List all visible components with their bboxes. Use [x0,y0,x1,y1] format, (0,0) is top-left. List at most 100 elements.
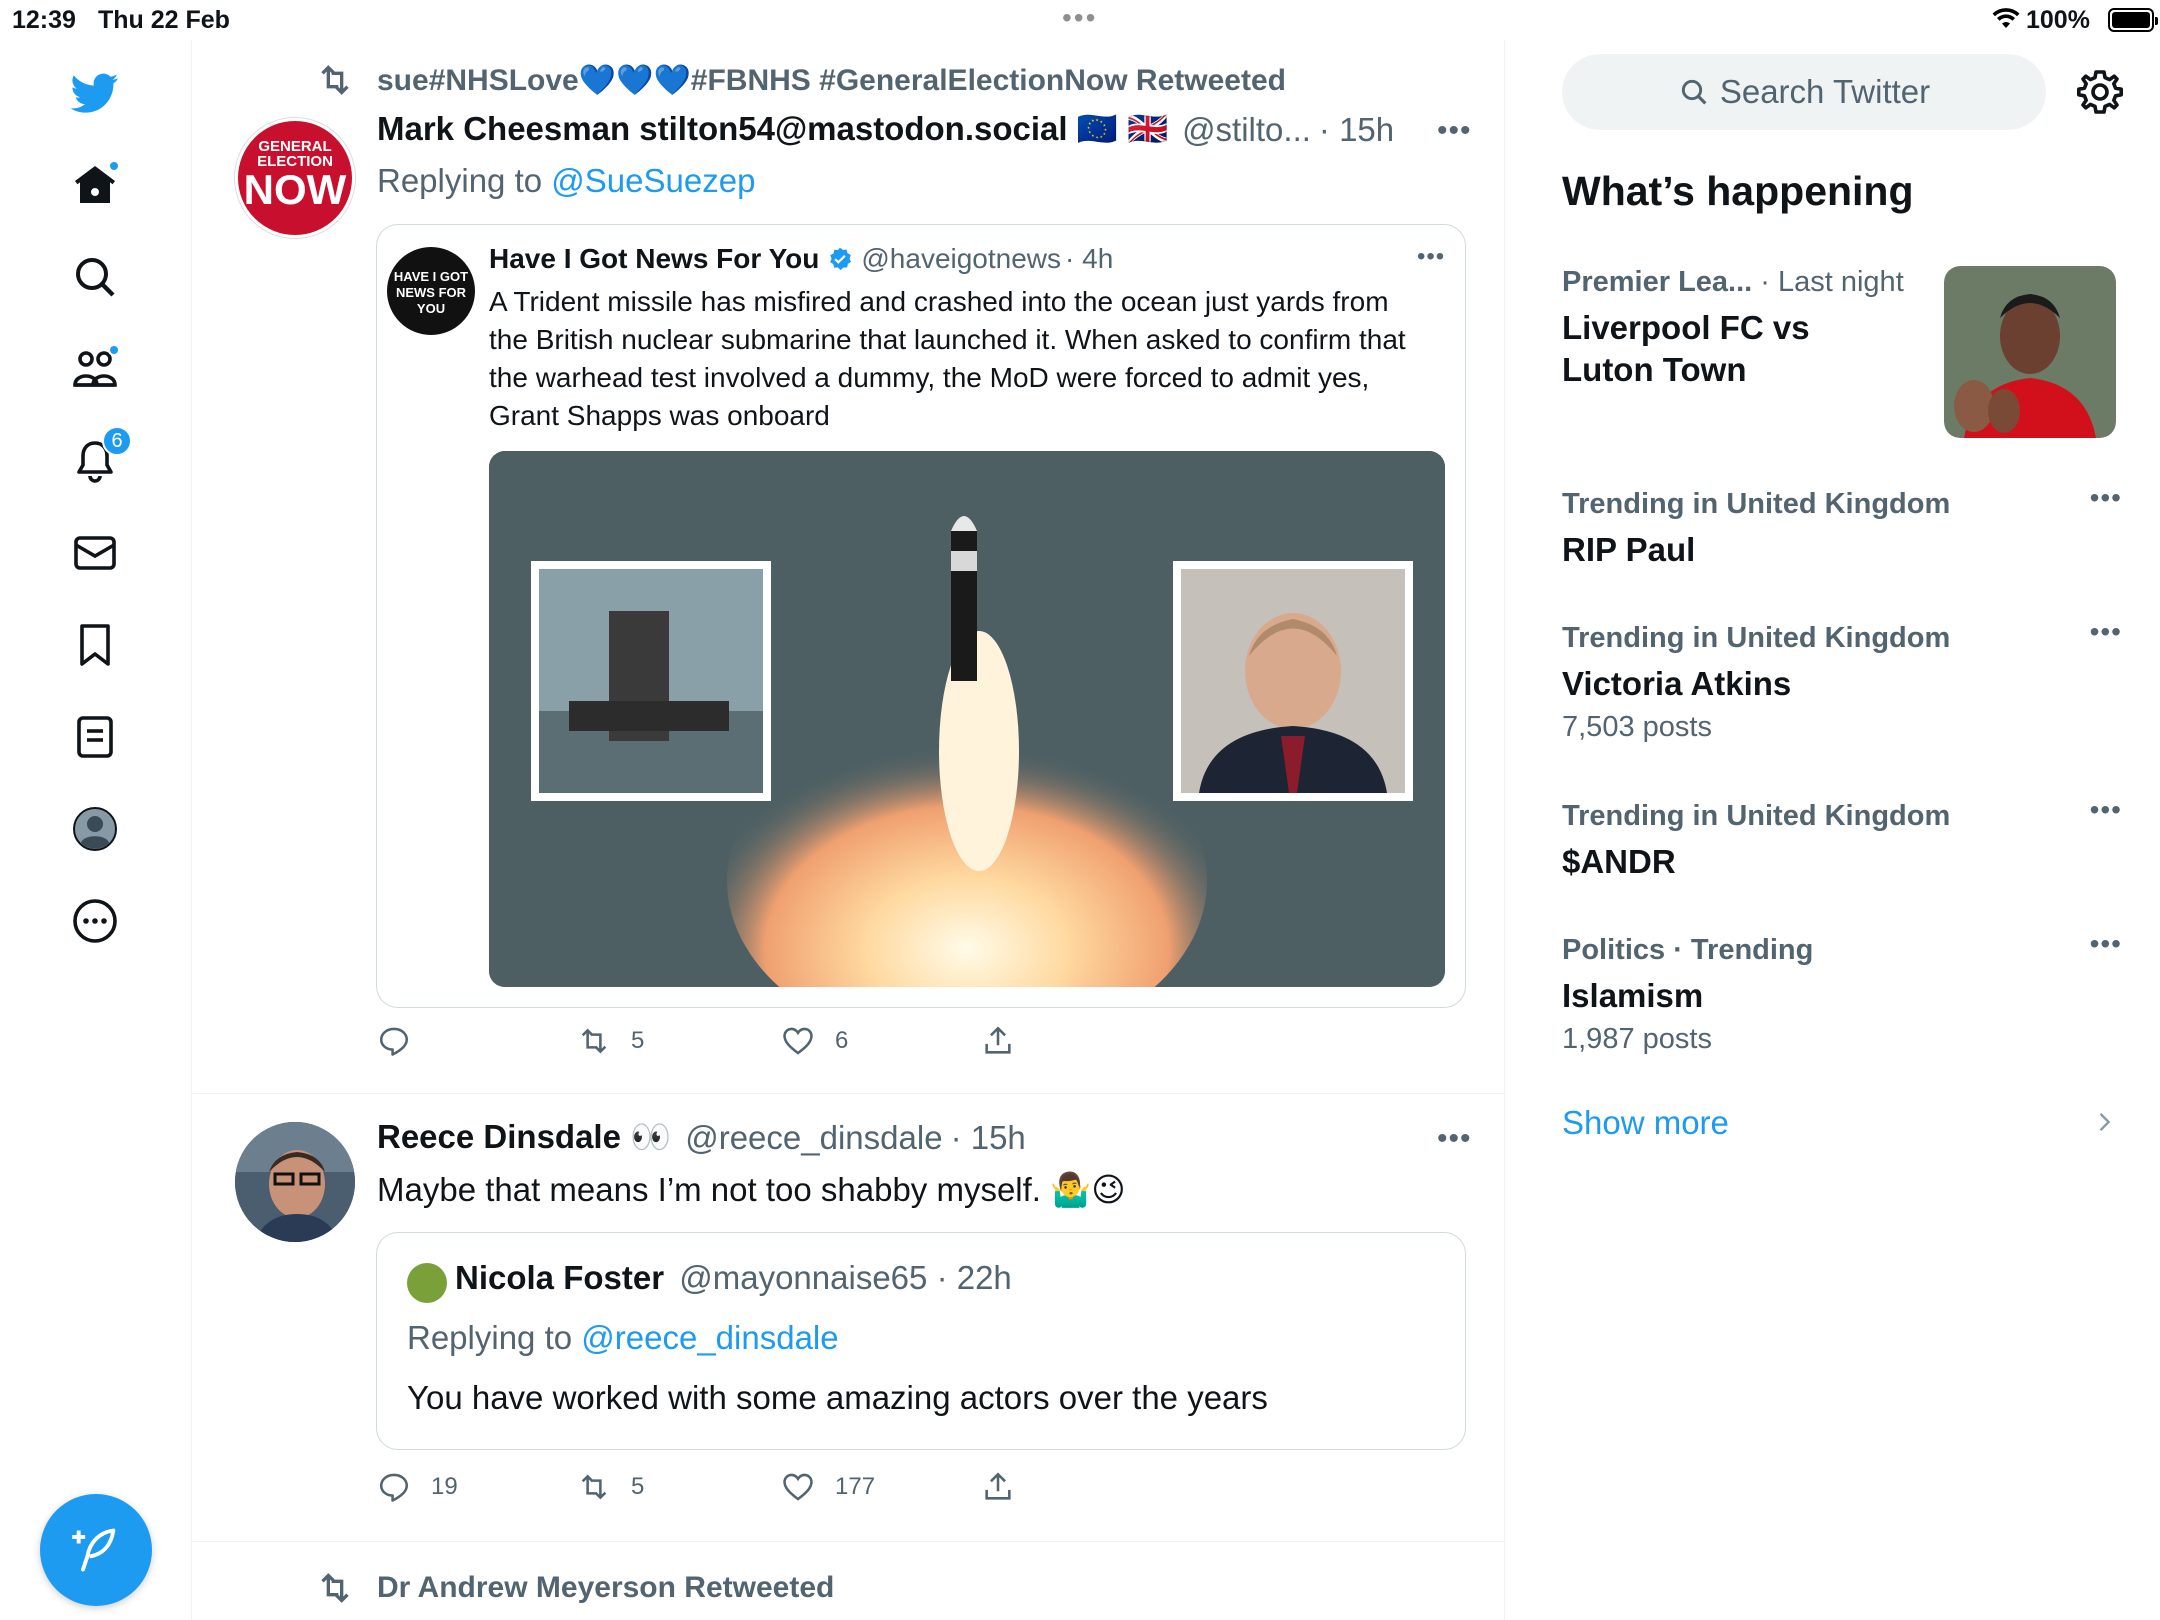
quote-text-line: Grant Shapps was onboard [489,400,830,431]
retweet-context: sue#NHSLove💙💙💙#FBNHS #GeneralElectionNow… [315,60,1286,100]
trend-more-icon[interactable]: ••• [2090,482,2122,514]
messages-icon[interactable] [64,522,126,584]
show-more-link[interactable]: Show more [1562,1104,1729,1142]
battery-percent: 100% [2026,6,2090,34]
left-navigation: 6 [0,40,192,1620]
retweeted-by-text[interactable]: Dr Andrew Meyerson Retweeted [377,1571,834,1605]
replying-to-label: Replying to [377,162,543,199]
bookmarks-icon[interactable] [64,614,126,676]
tweet[interactable]: sue#NHSLove💙💙💙#FBNHS #GeneralElectionNow… [193,40,1504,1094]
home-icon[interactable] [64,154,126,216]
notifications-badge: 6 [102,426,132,456]
quote-more-icon[interactable]: ••• [1417,243,1445,271]
tweet-time[interactable]: · 15h [951,1119,1026,1157]
quote-author-handle[interactable]: @mayonnaise65 [679,1259,927,1296]
tweet-time[interactable]: · 15h [1319,111,1394,149]
trend-title: RIP Paul [1562,531,1696,568]
trend-more-icon[interactable]: ••• [2090,794,2122,826]
trend-more-icon[interactable]: ••• [2090,928,2122,960]
tweet-more-icon[interactable]: ••• [1437,114,1472,148]
author-handle[interactable]: @reece_dinsdale [685,1119,942,1157]
avatar[interactable]: GENERAL ELECTION NOW [235,118,355,238]
trend-item[interactable]: Premier Lea... · Last night Liverpool FC… [1562,266,2122,438]
trend-item[interactable]: Trending in United Kingdom Victoria Atki… [1562,616,2122,744]
reece-avatar-photo [235,1122,355,1242]
timeline: sue#NHSLove💙💙💙#FBNHS #GeneralElectionNow… [193,40,1505,1620]
retweet-button[interactable]: 5 [577,1024,644,1058]
replying-to-link[interactable]: @SueSuezep [551,162,755,199]
status-date: Thu 22 Feb [98,6,230,34]
quote-avatar[interactable]: HAVE I GOT NEWS FOR YOU [387,247,475,335]
trend-title: Islamism [1562,977,1704,1014]
trend-item[interactable]: Politics · Trending Islamism 1,987 posts… [1562,928,2122,1056]
retweet-icon [321,1573,349,1603]
retweet-count: 5 [631,1473,645,1500]
trend-item[interactable]: Trending in United Kingdom $ANDR ••• [1562,794,2122,883]
trend-post-count: 1,987 posts [1562,1023,1712,1055]
trend-more-icon[interactable]: ••• [2090,616,2122,648]
author-handle[interactable]: @stilto... [1182,111,1311,149]
trend-thumbnail-image [1944,266,2116,438]
search-placeholder: Search Twitter [1719,73,1931,110]
search-input[interactable]: Search Twitter [1562,54,2046,130]
twitter-logo-icon[interactable] [64,62,126,124]
profile-avatar-icon[interactable] [64,798,126,860]
quote-time[interactable]: · 4h [1065,243,1113,275]
retweeted-by-text[interactable]: sue#NHSLove💙💙💙#FBNHS #GeneralElectionNow… [377,63,1286,98]
quote-media-image[interactable] [489,451,1445,987]
author-name[interactable]: Mark Cheesman stilton54@mastodon.social … [377,110,1168,149]
trend-item[interactable]: Trending in United Kingdom RIP Paul ••• [1562,482,2122,571]
quote-text: You have worked with some amazing actors… [407,1379,1268,1416]
tweet[interactable]: Dr Andrew Meyerson Retweeted [193,1542,1504,1620]
share-button[interactable] [981,1024,1035,1058]
multitasking-dots-icon[interactable]: ••• [1062,2,1097,34]
chevron-right-icon[interactable] [2090,1108,2118,1136]
author-name[interactable]: Reece Dinsdale 👀 [377,1118,671,1157]
quote-avatar[interactable] [407,1263,447,1303]
quote-author-handle[interactable]: @haveigotnews [861,243,1061,275]
replying-to-link[interactable]: @reece_dinsdale [581,1319,838,1356]
quote-header: Nicola Foster @mayonnaise65 · 22h [455,1259,1012,1297]
compose-feather-icon [72,1528,116,1572]
avatar-text-now: NOW [243,166,347,213]
home-unread-dot [108,160,120,172]
like-button[interactable]: 177 [781,1470,875,1504]
communities-icon[interactable] [64,338,126,400]
lists-icon[interactable] [64,706,126,768]
share-button[interactable] [981,1470,1035,1504]
reply-button[interactable] [377,1024,431,1058]
quote-text-line: the British nuclear submarine that launc… [489,324,1406,355]
heart-icon [783,1027,813,1055]
quote-author-name[interactable]: Have I Got News For You [489,243,819,275]
retweet-action-icon [581,1028,607,1054]
trend-meta: Politics · Trending [1562,934,1814,966]
trend-post-count: 7,503 posts [1562,711,1712,743]
tweet-more-icon[interactable]: ••• [1437,1122,1472,1156]
retweet-count: 5 [631,1027,645,1054]
status-time: 12:39 [12,6,76,34]
retweet-icon [321,65,349,95]
settings-gear-icon[interactable] [2076,68,2124,116]
trend-title: Victoria Atkins [1562,665,1792,702]
share-icon [985,1026,1011,1054]
quote-text: A Trident missile has misfired and crash… [489,283,1406,435]
quote-time[interactable]: · 22h [937,1259,1012,1296]
retweet-button[interactable]: 5 [577,1470,644,1504]
search-nav-icon[interactable] [64,246,126,308]
tweet[interactable]: Reece Dinsdale 👀 @reece_dinsdale · 15h •… [193,1094,1504,1542]
missile-launch-illustration [489,451,1445,987]
replying-to: Replying to @SueSuezep [377,162,755,200]
reply-count: 19 [431,1473,458,1500]
quote-author-name[interactable]: Nicola Foster [455,1259,664,1296]
quoted-tweet[interactable]: HAVE I GOT NEWS FOR YOU Have I Got News … [376,224,1466,1008]
share-icon [985,1472,1011,1500]
notifications-bell-icon[interactable]: 6 [64,426,132,492]
more-options-icon[interactable] [64,890,126,952]
compose-tweet-button[interactable] [40,1494,152,1606]
avatar[interactable] [235,1122,355,1242]
quoted-tweet[interactable]: Nicola Foster @mayonnaise65 · 22h Replyi… [376,1232,1466,1450]
reply-button[interactable]: 19 [377,1470,458,1504]
quote-text-line: A Trident missile has misfired and crash… [489,286,1389,317]
trend-time: · Last night [1752,266,1904,298]
like-button[interactable]: 6 [781,1024,848,1058]
